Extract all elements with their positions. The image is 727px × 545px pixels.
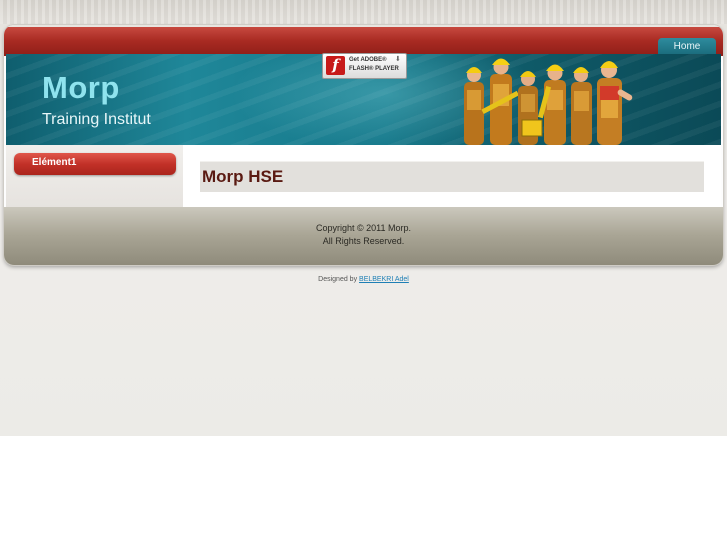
site-title: Morp bbox=[42, 70, 120, 105]
footer: Copyright © 2011 Morp. All Rights Reserv… bbox=[4, 207, 723, 265]
flash-badge-line1: Get ADOBE® bbox=[349, 57, 387, 63]
designer-credit: Designed by BELBEKRI Adel bbox=[0, 276, 727, 283]
sidebar-item-element1[interactable]: Elément1 bbox=[14, 153, 176, 175]
footer-rights: All Rights Reserved. bbox=[322, 236, 405, 246]
site-container: Home Morp Training Institut f Get ADOBE®… bbox=[4, 25, 723, 265]
worker-figure bbox=[597, 61, 633, 145]
flash-logo-icon: f bbox=[326, 56, 345, 75]
flash-badge-line2: FLASH® PLAYER bbox=[349, 66, 399, 72]
page-title: Morp HSE bbox=[202, 167, 284, 186]
credit-prefix: Designed by bbox=[318, 276, 358, 283]
header-banner: Morp Training Institut f Get ADOBE® FLAS… bbox=[6, 53, 721, 145]
page-background-texture bbox=[0, 0, 727, 24]
worker-figure bbox=[464, 67, 484, 145]
worker-figure bbox=[518, 71, 543, 145]
site-slogan: Training Institut bbox=[42, 111, 151, 128]
worker-figure bbox=[481, 58, 520, 145]
sidebar: Elément1 bbox=[6, 145, 183, 207]
get-flash-player-button[interactable]: f Get ADOBE® FLASH® PLAYER ⬇ bbox=[322, 53, 407, 79]
main-content: Morp HSE bbox=[183, 145, 721, 207]
top-navigation-bar: Home bbox=[4, 25, 723, 56]
download-arrow-icon: ⬇ bbox=[395, 56, 401, 63]
page-heading-box: Morp HSE bbox=[200, 161, 704, 192]
worker-figure bbox=[571, 67, 592, 145]
designer-link[interactable]: BELBEKRI Adel bbox=[359, 276, 409, 283]
footer-copyright: Copyright © 2011 Morp. bbox=[315, 223, 411, 233]
construction-workers-image bbox=[464, 58, 633, 145]
